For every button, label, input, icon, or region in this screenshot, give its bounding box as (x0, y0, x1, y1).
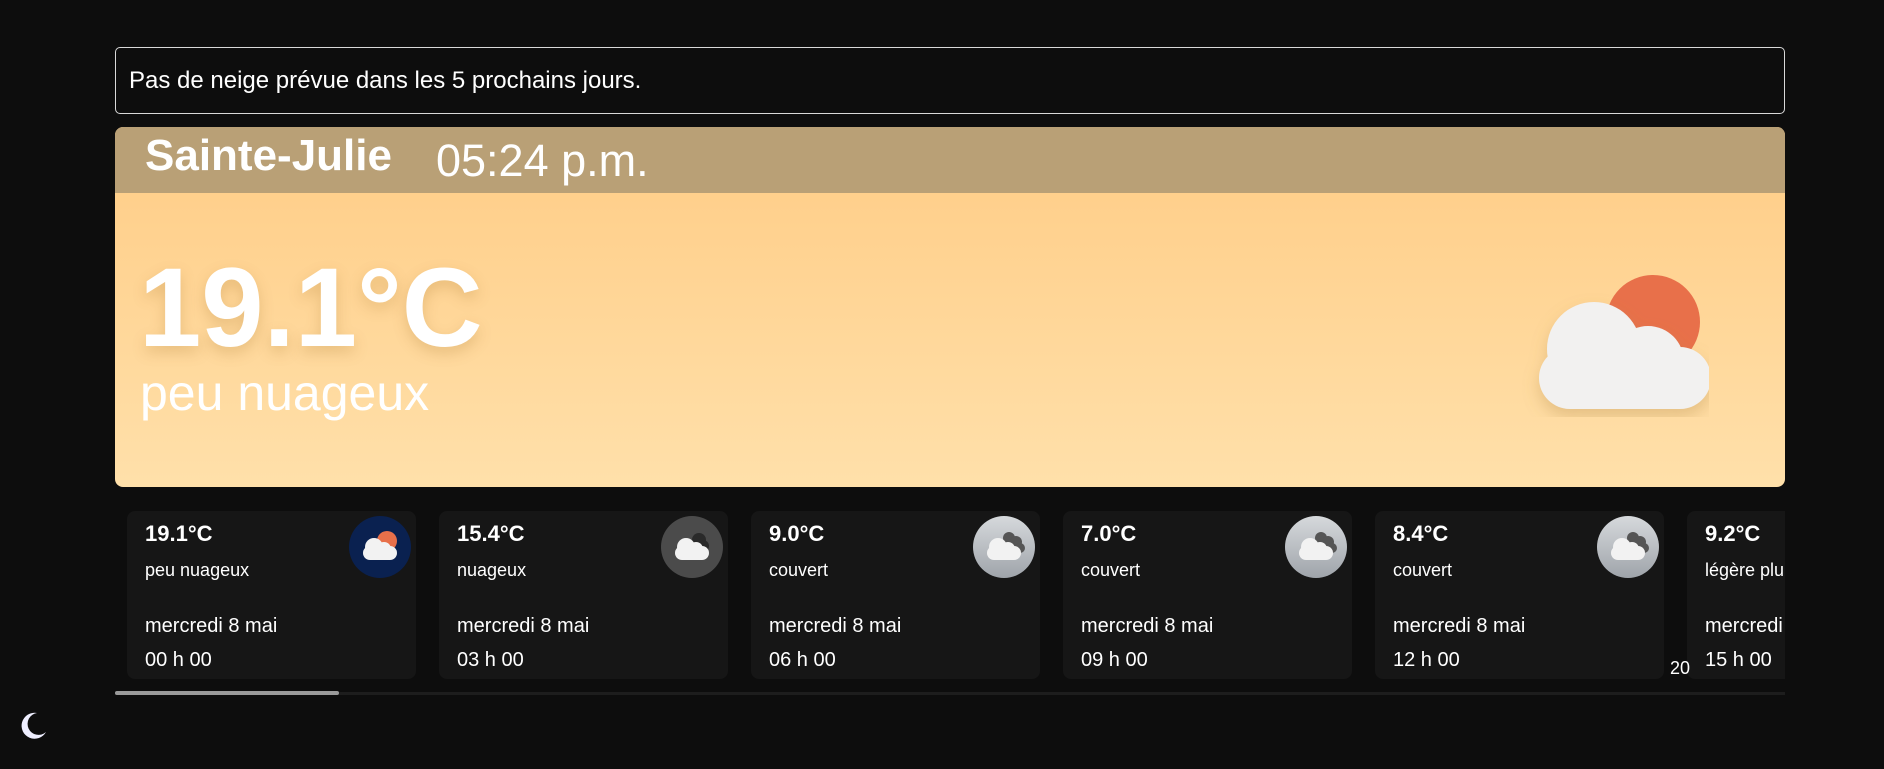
forecast-card: 19.1°C peu nuageux mercredi 8 mai 00 h 0… (127, 511, 416, 679)
forecast-condition: nuageux (457, 560, 527, 580)
forecast-temp: 19.1°C (145, 521, 213, 546)
forecast-day: mercredi 8 mai (145, 615, 278, 637)
cloud-moon-icon (349, 516, 411, 578)
forecast-time: 00 h 00 (145, 649, 212, 671)
forecast-card: 9.0°C couvert mercredi 8 mai 06 h 00 (751, 511, 1040, 679)
partial-text: 20 (1670, 658, 1691, 678)
forecast-card: 8.4°C couvert mercredi 8 mai 12 h 00 (1375, 511, 1664, 679)
forecast-time: 06 h 00 (769, 649, 836, 671)
forecast-day: mercredi 8 mai (1393, 615, 1526, 637)
forecast-condition: couvert (769, 560, 829, 580)
current-weather-card: Sainte-Julie 05:24 p.m. 19.1°C peu nuage… (115, 127, 1785, 487)
overcast-icon (1597, 516, 1659, 578)
forecast-card: 15.4°C nuageux mercredi 8 mai 03 h 00 (439, 511, 728, 679)
forecast-temp: 15.4°C (457, 521, 525, 546)
forecast-time: 15 h 00 (1705, 649, 1772, 671)
forecast-scrollbar-thumb[interactable] (115, 691, 339, 695)
forecast-condition: peu nuageux (145, 560, 250, 580)
current-temperature: 19.1°C (139, 245, 483, 370)
forecast-day: mercredi 8 mai (1081, 615, 1214, 637)
forecast-temp: 9.2°C (1705, 521, 1761, 546)
forecast-time: 12 h 00 (1393, 649, 1460, 671)
forecast-day: mercredi 8 mai (1705, 615, 1785, 637)
forecast-day: mercredi 8 mai (769, 615, 902, 637)
cloud-icon (661, 516, 723, 578)
city-name: Sainte-Julie (145, 131, 392, 180)
current-weather-header: Sainte-Julie 05:24 p.m. (115, 127, 1785, 193)
forecast-temp: 9.0°C (769, 521, 825, 546)
moon-icon[interactable] (17, 710, 49, 742)
forecast-time: 09 h 00 (1081, 649, 1148, 671)
forecast-time: 03 h 00 (457, 649, 524, 671)
forecast-condition: couvert (1081, 560, 1141, 580)
forecast-temp: 8.4°C (1393, 521, 1449, 546)
overcast-icon (1285, 516, 1347, 578)
forecast-condition: légère pluie (1705, 560, 1785, 580)
snow-alert-text: Pas de neige prévue dans les 5 prochains… (129, 66, 642, 94)
forecast-temp: 7.0°C (1081, 521, 1137, 546)
forecast-strip[interactable]: 19.1°C peu nuageux mercredi 8 mai 00 h 0… (115, 511, 1785, 679)
forecast-condition: couvert (1393, 560, 1453, 580)
forecast-card: 7.0°C couvert mercredi 8 mai 09 h 00 (1063, 511, 1352, 679)
forecast-card: 9.2°C légère pluie mercredi 8 mai 15 h 0… (1687, 511, 1785, 679)
current-condition: peu nuageux (140, 365, 430, 421)
forecast-scrollbar-track[interactable] (115, 692, 1785, 695)
weather-page: Pas de neige prévue dans les 5 prochains… (0, 0, 1884, 769)
snow-alert-banner: Pas de neige prévue dans les 5 prochains… (115, 47, 1785, 114)
current-time: 05:24 p.m. (436, 135, 649, 186)
cloud-sun-icon (1539, 275, 1709, 409)
overcast-icon (973, 516, 1035, 578)
forecast-day: mercredi 8 mai (457, 615, 590, 637)
